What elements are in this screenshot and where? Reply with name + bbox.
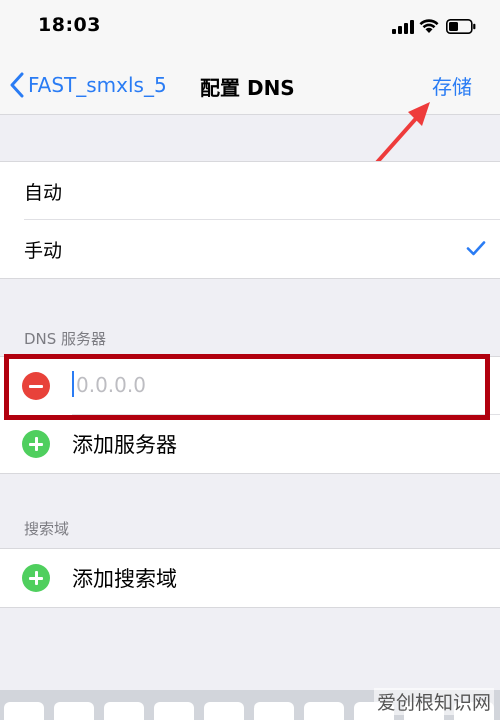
signal-icon: [392, 20, 414, 34]
keyboard-key[interactable]: [304, 702, 344, 720]
status-bar: 18:03: [0, 0, 500, 56]
dns-mode-group: 自动 手动: [0, 161, 500, 279]
checkmark-icon: [466, 241, 486, 256]
dns-servers-group: 添加服务器: [0, 356, 500, 474]
add-server-label: 添加服务器: [72, 433, 177, 457]
keyboard-key[interactable]: [54, 702, 94, 720]
dns-servers-section-header: DNS 服务器: [24, 330, 107, 348]
watermark: 爱创根知识网: [373, 688, 494, 715]
page-title: 配置 DNS: [200, 76, 295, 100]
keyboard-key[interactable]: [254, 702, 294, 720]
back-button[interactable]: FAST_smxls_5: [10, 69, 167, 101]
save-button[interactable]: 存储: [432, 71, 472, 100]
dns-mode-manual-label: 手动: [24, 239, 63, 262]
add-search-domain-row[interactable]: 添加搜索域: [0, 549, 500, 607]
add-server-row[interactable]: 添加服务器: [0, 415, 500, 473]
keyboard-key[interactable]: [4, 702, 44, 720]
dns-mode-automatic-label: 自动: [24, 181, 63, 204]
dns-server-entry-row: [0, 357, 500, 415]
keyboard-key[interactable]: [154, 702, 194, 720]
back-label: FAST_smxls_5: [28, 73, 167, 97]
search-domains-section-header: 搜索域: [24, 520, 70, 538]
search-domains-group: 添加搜索域: [0, 548, 500, 608]
add-search-domain-icon: [22, 564, 50, 592]
dns-mode-manual-row[interactable]: 手动: [0, 220, 500, 278]
status-time: 18:03: [38, 14, 101, 36]
add-server-icon: [22, 430, 50, 458]
wifi-icon: [419, 19, 439, 33]
remove-server-icon[interactable]: [22, 372, 50, 400]
keyboard-key[interactable]: [104, 702, 144, 720]
dns-mode-automatic-row[interactable]: 自动: [0, 162, 500, 220]
battery-icon: [446, 19, 476, 34]
add-search-domain-label: 添加搜索域: [72, 567, 177, 591]
keyboard-key[interactable]: [204, 702, 244, 720]
dns-server-input[interactable]: [72, 368, 456, 402]
chevron-left-icon: [10, 72, 24, 98]
